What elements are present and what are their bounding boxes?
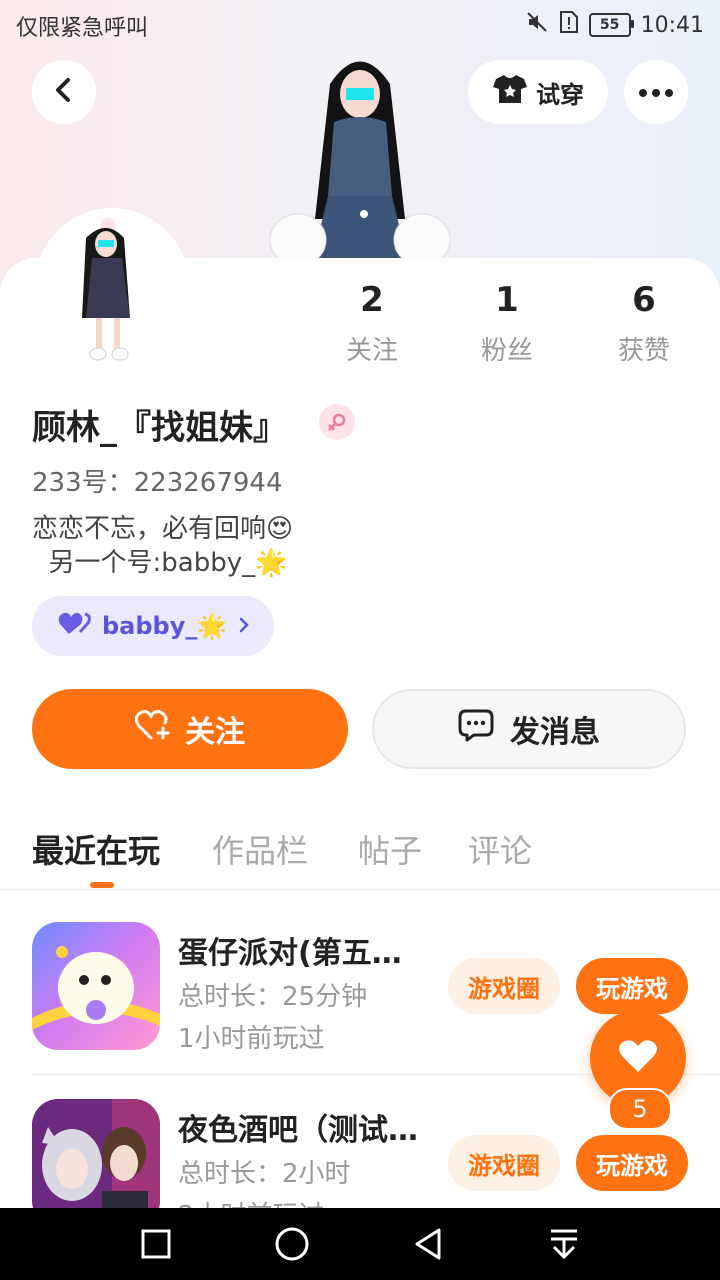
status-bar: 仅限紧急呼叫 55 10:41 <box>0 0 720 50</box>
heart-plus-icon <box>134 709 171 749</box>
game-last-played: 2小时前玩过 <box>178 1195 325 1209</box>
battery-icon: 55 <box>588 13 634 37</box>
chevron-right-icon <box>237 612 251 640</box>
chat-bubble-icon <box>458 708 494 750</box>
game-duration: 总时长：25分钟 <box>178 982 368 1012</box>
stat-following-label: 关注 <box>345 336 398 366</box>
tab-active-indicator <box>90 882 114 888</box>
stat-likes-label: 获赞 <box>617 336 670 366</box>
like-count: 5 <box>608 1088 672 1130</box>
stat-following[interactable]: 2 关注 <box>312 280 432 367</box>
stat-followers-label: 粉丝 <box>480 336 533 366</box>
heart-icon <box>618 1038 658 1078</box>
play-game-button[interactable]: 玩游戏 <box>576 1135 688 1191</box>
bio: 恋恋不忘，必有回响😍 另一个号:babby_🌟 <box>32 514 294 578</box>
game-title: 夜色酒吧（测试… <box>178 1113 418 1148</box>
game-duration: 总时长：2小时 <box>178 1159 351 1189</box>
stat-likes-count: 6 <box>632 280 656 320</box>
profile-tabs: 最近在玩 作品栏 帖子 评论 <box>0 820 720 890</box>
stat-likes[interactable]: 6 获赞 <box>584 280 704 367</box>
double-heart-icon <box>58 610 92 642</box>
sim-alert-icon <box>559 10 579 40</box>
follow-button[interactable]: 关注 <box>32 689 348 769</box>
send-message-button[interactable]: 发消息 <box>372 689 686 769</box>
tab-posts[interactable]: 帖子 <box>358 826 422 872</box>
mute-icon <box>525 10 549 40</box>
stat-followers[interactable]: 1 粉丝 <box>447 280 567 367</box>
back-arrow-icon <box>50 76 78 108</box>
home-icon[interactable] <box>274 1226 310 1262</box>
recent-apps-icon[interactable] <box>138 1226 174 1262</box>
divider <box>0 889 720 890</box>
try-on-button[interactable]: 试穿 <box>468 60 608 124</box>
username: 顾林_『找姐妹』 <box>32 408 287 448</box>
game-circle-button[interactable]: 游戏圈 <box>448 1135 560 1191</box>
back-triangle-icon[interactable] <box>410 1226 446 1262</box>
game-last-played: 1小时前玩过 <box>178 1024 325 1054</box>
tab-comments[interactable]: 评论 <box>468 826 532 872</box>
linked-account-pill[interactable]: babby_🌟 <box>32 596 274 656</box>
game-circle-button[interactable]: 游戏圈 <box>448 958 560 1014</box>
game-title: 蛋仔派对(第五… <box>178 936 402 971</box>
carrier-text: 仅限紧急呼叫 <box>16 16 149 41</box>
system-nav-bar <box>0 1208 720 1280</box>
avatar-figure-large <box>269 44 451 267</box>
try-on-label: 试穿 <box>536 80 584 109</box>
follow-label: 关注 <box>185 715 245 750</box>
more-dots-icon <box>638 83 674 102</box>
tab-recently-played[interactable]: 最近在玩 <box>32 826 160 872</box>
more-button[interactable] <box>624 60 688 124</box>
female-gender-icon <box>319 404 355 440</box>
notification-pulldown-icon[interactable] <box>546 1226 582 1262</box>
game-icon-eggy-party[interactable] <box>32 922 160 1050</box>
clock: 10:41 <box>640 12 704 38</box>
stat-following-count: 2 <box>360 280 384 320</box>
avatar[interactable] <box>34 208 190 368</box>
play-game-button[interactable]: 玩游戏 <box>576 958 688 1014</box>
tab-works[interactable]: 作品栏 <box>212 826 308 872</box>
user-id: 233号：223267944 <box>32 468 283 498</box>
tshirt-icon <box>492 73 528 111</box>
game-icon-night-bar[interactable] <box>32 1099 160 1209</box>
linked-account-name: babby_🌟 <box>102 612 228 640</box>
stat-followers-count: 1 <box>495 280 519 320</box>
send-message-label: 发消息 <box>510 715 600 750</box>
back-button[interactable] <box>32 60 96 124</box>
